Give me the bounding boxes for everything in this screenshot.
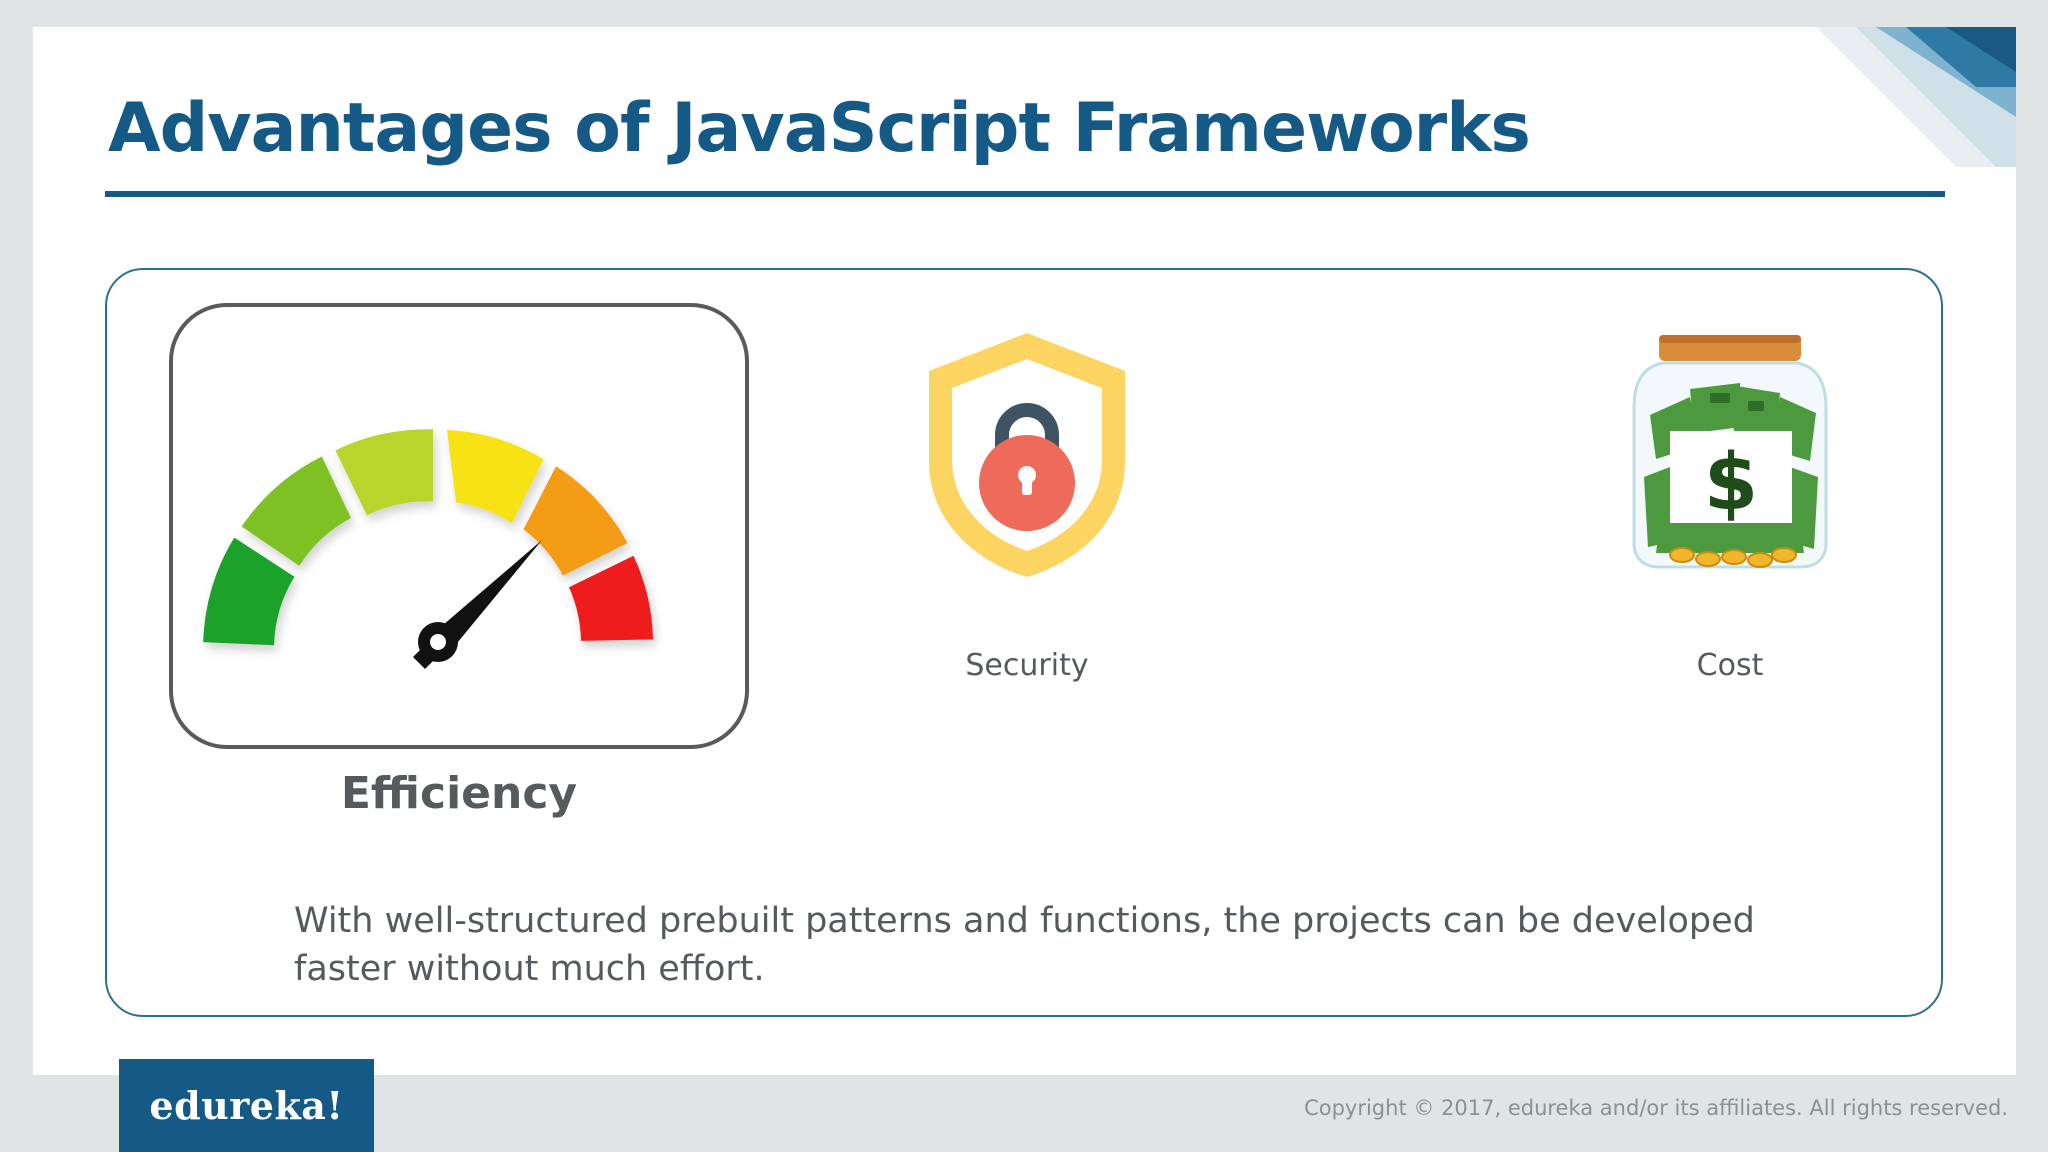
efficiency-description: With well-structured prebuilt patterns a…	[294, 901, 1755, 989]
svg-text:$: $	[1704, 438, 1758, 528]
corner-decoration	[1816, 27, 2016, 167]
content-panel: Efficiency Security $ Cost With well-str…	[105, 268, 1943, 1017]
shield-lock-icon	[929, 333, 1125, 577]
efficiency-label: Efficiency	[340, 768, 578, 819]
copyright-notice: Copyright © 2017, edureka and/or its aff…	[1304, 1096, 2008, 1120]
cost-label: Cost	[1696, 648, 1764, 683]
title-underline	[105, 191, 1945, 197]
edureka-logo: edureka!	[119, 1059, 374, 1152]
slide: Advantages of JavaScript Frameworks Effi…	[33, 27, 2016, 1075]
logo-text: edureka!	[149, 1083, 344, 1128]
money-jar-icon: $	[1632, 335, 1828, 569]
security-label: Security	[965, 648, 1089, 683]
slide-title: Advantages of JavaScript Frameworks	[108, 89, 1531, 168]
speedometer-icon	[203, 429, 653, 669]
efficiency-card	[169, 303, 749, 749]
